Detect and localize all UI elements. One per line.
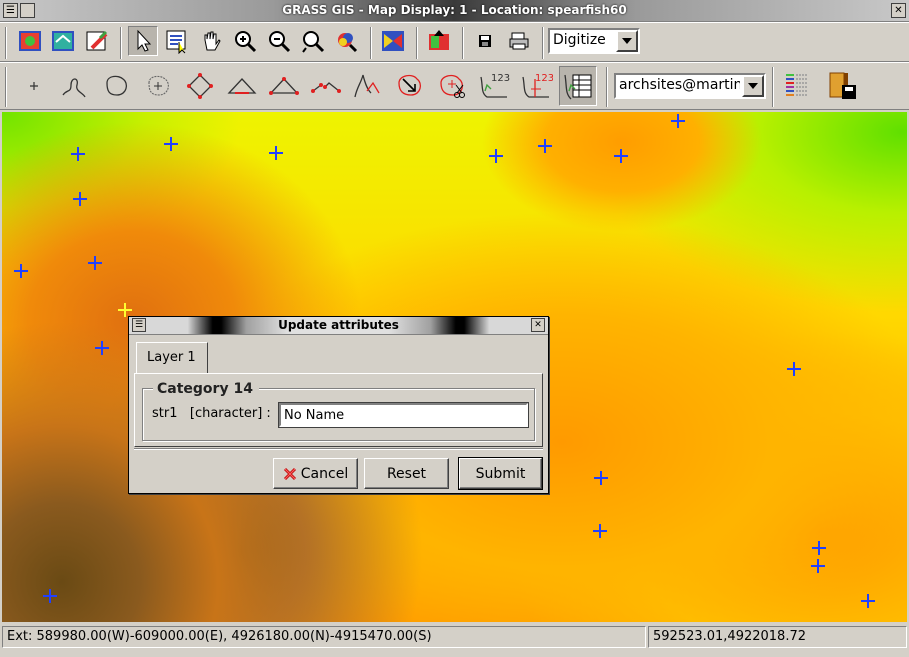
add-point-icon[interactable]: [15, 66, 53, 106]
category-label: Category 14: [153, 381, 259, 397]
site-marker[interactable]: [787, 362, 801, 376]
site-marker[interactable]: [14, 264, 28, 278]
pan-icon[interactable]: [196, 26, 226, 56]
overlay-icon[interactable]: [424, 26, 454, 56]
toolbar-separator: [120, 27, 122, 59]
svg-text:123: 123: [491, 73, 510, 84]
edit-line-icon[interactable]: [349, 66, 387, 106]
zoom-out-icon[interactable]: [264, 26, 294, 56]
zoom-back-icon[interactable]: [298, 26, 328, 56]
re-render-icon[interactable]: [48, 26, 78, 56]
str1-input[interactable]: [278, 402, 529, 428]
toolbar-separator: [606, 67, 608, 107]
submit-button[interactable]: Submit: [458, 457, 543, 490]
site-marker[interactable]: [593, 524, 607, 538]
move-feature-icon[interactable]: [391, 66, 429, 106]
cursor-coords-status: 592523.01,4922018.72: [648, 626, 907, 648]
toolbar-separator: [416, 27, 418, 59]
zoom-in-icon[interactable]: [230, 26, 260, 56]
analyze-icon[interactable]: [378, 26, 408, 56]
add-centroid-icon[interactable]: [139, 66, 177, 106]
cancel-label: Cancel: [300, 465, 349, 482]
site-marker[interactable]: [861, 594, 875, 608]
update-attributes-dialog: ☰ Update attributes ✕ Layer 1 Category 1…: [128, 316, 549, 494]
toolbar-grip: [5, 27, 7, 59]
site-marker[interactable]: [811, 559, 825, 573]
site-marker[interactable]: [671, 114, 685, 128]
mode-select-value: Digitize: [553, 32, 606, 48]
cancel-button[interactable]: Cancel: [273, 458, 358, 489]
map-toolbar: Digitize: [0, 22, 909, 62]
cancel-icon: [283, 467, 296, 480]
chevron-down-icon[interactable]: [616, 30, 638, 52]
print-icon[interactable]: [504, 26, 534, 56]
toolbar-separator: [542, 27, 544, 59]
category-group: Category 14 str1 [character] :: [142, 381, 535, 441]
dialog-title: Update attributes: [278, 318, 399, 332]
site-marker[interactable]: [594, 471, 608, 485]
toolbar-separator: [772, 67, 774, 107]
site-marker[interactable]: [164, 137, 178, 151]
add-vertex-icon[interactable]: [223, 66, 261, 106]
selected-site-marker[interactable]: [118, 303, 132, 317]
tab-panel: Category 14 str1 [character] :: [134, 373, 543, 447]
reset-label: Reset: [386, 465, 427, 482]
vector-layer-select[interactable]: archsites@martin: [614, 73, 766, 99]
map-extent-status: Ext: 589980.00(W)-609000.00(E), 4926180.…: [2, 626, 646, 648]
quit-digitizer-icon[interactable]: [822, 66, 860, 106]
toolbar-separator: [370, 27, 372, 59]
mode-select[interactable]: Digitize: [548, 28, 640, 54]
toolbar-separator: [462, 27, 464, 59]
site-marker[interactable]: [95, 341, 109, 355]
str1-field-label: str1 [character] :: [152, 406, 271, 421]
site-marker[interactable]: [73, 192, 87, 206]
copy-category-icon[interactable]: 123: [475, 66, 513, 106]
window-title: GRASS GIS - Map Display: 1 - Location: s…: [282, 3, 627, 17]
pointer-icon[interactable]: [128, 26, 158, 56]
zoom-menu-icon[interactable]: [332, 26, 362, 56]
dialog-titlebar[interactable]: ☰ Update attributes ✕: [129, 317, 548, 335]
site-marker[interactable]: [489, 149, 503, 163]
query-icon[interactable]: [162, 26, 192, 56]
chevron-down-icon[interactable]: [742, 75, 764, 97]
add-line-icon[interactable]: [55, 66, 93, 106]
erase-display-icon[interactable]: [82, 26, 112, 56]
dialog-separator: [134, 448, 543, 450]
site-marker[interactable]: [269, 146, 283, 160]
save-icon[interactable]: [470, 26, 500, 56]
remove-vertex-icon[interactable]: [265, 66, 303, 106]
window-titlebar[interactable]: ☰ GRASS GIS - Map Display: 1 - Location:…: [0, 0, 909, 22]
delete-feature-icon[interactable]: [433, 66, 471, 106]
svg-text:123: 123: [535, 73, 553, 84]
tab-layer-1[interactable]: Layer 1: [136, 342, 208, 374]
site-marker[interactable]: [88, 256, 102, 270]
site-marker[interactable]: [71, 147, 85, 161]
display-map-icon[interactable]: [15, 26, 45, 56]
site-marker[interactable]: [538, 139, 552, 153]
vector-layer-value: archsites@martin: [619, 77, 740, 93]
close-button[interactable]: ✕: [891, 3, 906, 18]
display-attributes-icon[interactable]: [559, 66, 597, 106]
site-marker[interactable]: [812, 541, 826, 555]
split-line-icon[interactable]: [307, 66, 345, 106]
toolbar-grip: [5, 67, 7, 107]
dialog-close-button[interactable]: ✕: [531, 318, 545, 332]
reset-button[interactable]: Reset: [364, 458, 449, 489]
submit-label: Submit: [475, 465, 526, 482]
add-boundary-icon[interactable]: [97, 66, 135, 106]
statusbar: Ext: 589980.00(W)-609000.00(E), 4926180.…: [0, 623, 909, 657]
site-marker[interactable]: [43, 589, 57, 603]
digitizer-toolbar: 123 123 archsites@martin: [0, 62, 909, 110]
digitizer-settings-icon[interactable]: [780, 66, 818, 106]
display-category-icon[interactable]: 123: [517, 66, 555, 106]
move-vertex-icon[interactable]: [181, 66, 219, 106]
site-marker[interactable]: [614, 149, 628, 163]
